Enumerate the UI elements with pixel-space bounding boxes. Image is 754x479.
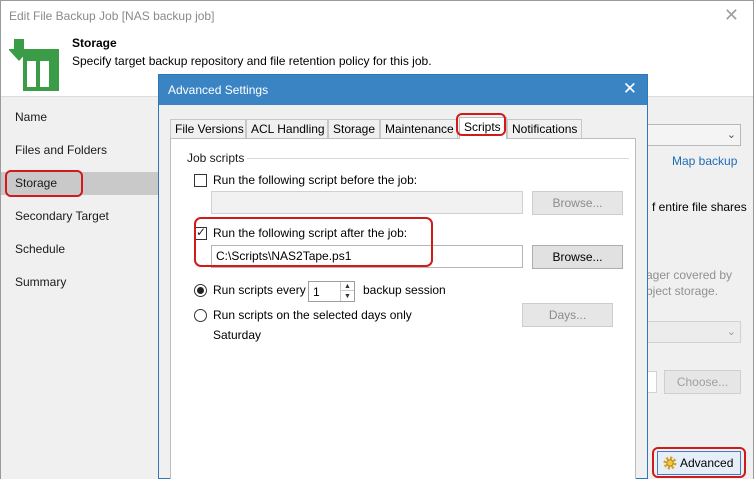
tab-notifications[interactable]: Notifications bbox=[507, 119, 582, 138]
dialog-close-icon[interactable]: ✕ bbox=[623, 79, 637, 99]
sessions-count-stepper[interactable]: 1 ▲ ▼ bbox=[308, 281, 355, 302]
run-every-label: Run scripts every bbox=[213, 283, 306, 297]
nav-item-secondary-target[interactable]: Secondary Target bbox=[1, 205, 159, 228]
highlight-scripts-tab bbox=[456, 113, 506, 136]
choose-button[interactable]: Choose... bbox=[664, 370, 741, 394]
before-script-label: Run the following script before the job: bbox=[213, 173, 418, 187]
partial-text-object-storage: bject storage. bbox=[646, 284, 719, 298]
wizard-nav: Name Files and Folders Storage Secondary… bbox=[1, 97, 159, 479]
header-title: Storage bbox=[72, 36, 117, 50]
days-button[interactable]: Days... bbox=[522, 303, 613, 327]
dialog-titlebar: Advanced Settings ✕ bbox=[159, 75, 647, 105]
archive-input[interactable] bbox=[647, 371, 657, 393]
tab-storage[interactable]: Storage bbox=[328, 119, 380, 138]
before-script-path-input[interactable] bbox=[211, 191, 523, 214]
group-label-job-scripts: Job scripts bbox=[187, 151, 245, 165]
before-browse-button[interactable]: Browse... bbox=[532, 191, 623, 215]
scripts-panel: Job scripts Run the following script bef… bbox=[170, 138, 636, 479]
run-every-suffix: backup session bbox=[363, 283, 446, 297]
group-divider bbox=[247, 158, 629, 159]
selected-days-text: Saturday bbox=[213, 328, 262, 342]
advanced-settings-dialog: Advanced Settings ✕ File Versions ACL Ha… bbox=[158, 74, 648, 479]
sessions-count-value: 1 bbox=[313, 285, 320, 299]
dialog-body: File Versions ACL Handling Storage Maint… bbox=[159, 105, 647, 479]
stepper-down-icon[interactable]: ▼ bbox=[341, 292, 354, 301]
after-browse-button[interactable]: Browse... bbox=[532, 245, 623, 269]
window-close-icon[interactable]: ✕ bbox=[724, 5, 739, 26]
repository-dropdown[interactable]: ⌄ bbox=[647, 124, 741, 146]
stepper-buttons: ▲ ▼ bbox=[340, 282, 354, 301]
highlight-advanced bbox=[652, 447, 746, 478]
nav-item-schedule[interactable]: Schedule bbox=[1, 238, 159, 261]
chevron-down-icon: ⌄ bbox=[726, 129, 736, 141]
storage-icon bbox=[9, 39, 59, 91]
tab-file-versions[interactable]: File Versions bbox=[170, 119, 246, 138]
partial-text-covered: ager covered by bbox=[646, 268, 733, 282]
run-days-radio[interactable] bbox=[194, 309, 207, 322]
nav-item-name[interactable]: Name bbox=[1, 106, 159, 129]
run-days-label: Run scripts on the selected days only bbox=[213, 308, 412, 322]
nav-item-summary[interactable]: Summary bbox=[1, 271, 159, 294]
window-titlebar: Edit File Backup Job [NAS backup job] ✕ bbox=[1, 1, 753, 31]
window-title: Edit File Backup Job [NAS backup job] bbox=[9, 9, 215, 23]
nav-item-files-and-folders[interactable]: Files and Folders bbox=[1, 139, 159, 162]
run-every-radio[interactable] bbox=[194, 284, 207, 297]
radio-selected-dot bbox=[197, 287, 204, 294]
archive-repository-dropdown[interactable]: ⌄ bbox=[647, 321, 741, 343]
chevron-down-icon: ⌄ bbox=[726, 326, 736, 338]
map-backup-link[interactable]: Map backup bbox=[672, 154, 737, 168]
highlight-storage bbox=[5, 170, 83, 197]
header-subtitle: Specify target backup repository and fil… bbox=[72, 54, 432, 68]
tab-acl-handling[interactable]: ACL Handling bbox=[246, 119, 328, 138]
highlight-after-script bbox=[194, 217, 433, 267]
dialog-title: Advanced Settings bbox=[168, 83, 269, 97]
tab-maintenance[interactable]: Maintenance bbox=[380, 119, 458, 138]
before-script-checkbox[interactable] bbox=[194, 174, 207, 187]
partial-text-file-shares: f entire file shares bbox=[652, 200, 747, 214]
stepper-up-icon[interactable]: ▲ bbox=[341, 282, 354, 291]
